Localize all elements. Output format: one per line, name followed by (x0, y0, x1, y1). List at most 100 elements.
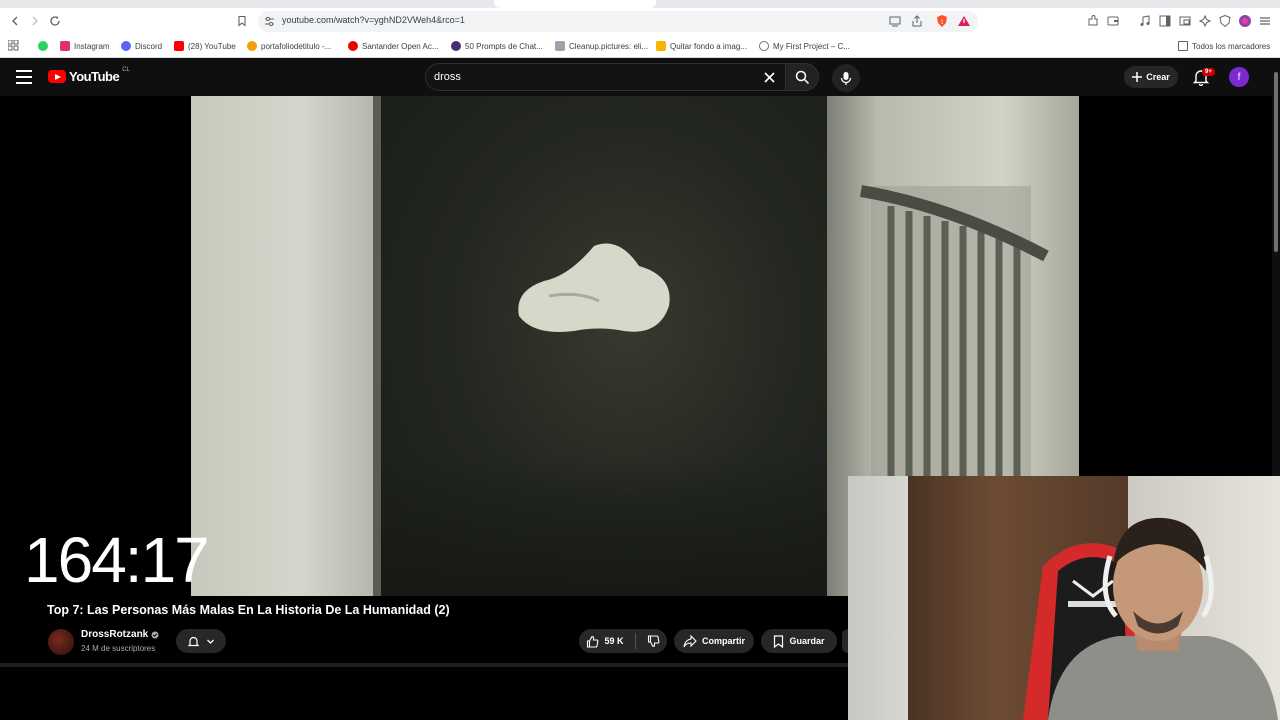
like-dislike-group: 59 K (579, 629, 667, 653)
extensions-icon[interactable] (1086, 14, 1100, 28)
chevron-down-icon (207, 639, 214, 644)
video-frame-floor (381, 456, 827, 596)
overlay-timecode: 164:17 (24, 524, 210, 596)
bookmark-label: Instagram (74, 41, 110, 51)
like-count: 59 K (604, 636, 624, 646)
svg-text:1: 1 (941, 20, 944, 26)
youtube-masthead: YouTube CL Crear 9+ f (0, 58, 1280, 96)
bookmark-instagram[interactable]: Instagram (60, 39, 110, 53)
save-button[interactable]: Guardar (761, 629, 837, 653)
bookmark-label: portafoliodetitulo -... (261, 41, 332, 51)
browser-toolbar: youtube.com/watch?v=yghND2VWeh4&rco=1 1 (0, 8, 1280, 34)
leo-ai-icon[interactable] (1198, 14, 1212, 28)
save-label: Guardar (789, 636, 825, 646)
wallet-icon[interactable] (1106, 14, 1120, 28)
sidebar-icon[interactable] (1158, 14, 1172, 28)
bookmark-prompts[interactable]: 50 Prompts de Chat... (451, 39, 543, 53)
bookmark-youtube[interactable]: (28) YouTube (174, 39, 236, 53)
whatsapp-icon (38, 41, 48, 51)
video-frame-white-object (518, 243, 670, 332)
brave-shield-icon[interactable]: 1 (935, 14, 949, 28)
youtube-logo[interactable]: YouTube CL (48, 66, 130, 84)
search-input[interactable] (434, 69, 754, 85)
bookmark-santander[interactable]: Santander Open Ac... (348, 39, 439, 53)
brave-rewards-icon[interactable] (957, 14, 971, 28)
voice-search-button[interactable] (832, 64, 860, 92)
guide-menu-icon[interactable] (16, 70, 32, 84)
flame-icon (247, 41, 257, 51)
like-divider (634, 633, 636, 649)
menu-icon[interactable] (1258, 14, 1272, 28)
globe-icon (759, 41, 769, 51)
webcam-overlay (848, 476, 1280, 720)
back-icon[interactable] (6, 12, 24, 30)
forward-icon[interactable] (26, 12, 44, 30)
video-frame-wall (191, 96, 373, 596)
mic-icon (840, 71, 852, 85)
share-label: Compartir (701, 636, 745, 646)
search-icon (795, 70, 809, 84)
bookmarks-bar: Instagram Discord (28) YouTube portafoli… (0, 34, 1280, 58)
cast-icon[interactable] (888, 14, 902, 28)
all-bookmarks-folder[interactable]: Todos los marcadores (1178, 39, 1270, 53)
screen: youtube.com/watch?v=yghND2VWeh4&rco=1 1 … (0, 0, 1280, 720)
site-settings-icon[interactable] (263, 15, 276, 28)
bookmark-first-project[interactable]: My First Project – C... (759, 39, 850, 53)
youtube-icon (174, 41, 184, 51)
bookmark-discord[interactable]: Discord (121, 39, 162, 53)
video-frame-radiator (860, 185, 1049, 486)
search-box (425, 63, 785, 91)
santander-icon (348, 41, 358, 51)
bookmark-label: My First Project – C... (773, 41, 850, 51)
dislike-icon[interactable] (647, 634, 660, 648)
bell-icon (187, 636, 200, 646)
channel-name-text: DrossRotzank (81, 629, 149, 640)
reload-icon[interactable] (46, 12, 64, 30)
verified-icon (151, 631, 159, 638)
create-label: Crear (1146, 72, 1170, 82)
create-button[interactable]: Crear (1124, 66, 1178, 88)
bookmark-label: Santander Open Ac... (362, 41, 439, 51)
bookmark-label: Cleanup.pictures: eli... (569, 41, 649, 51)
video-frame-door-edge (373, 96, 381, 596)
removebg-icon (656, 41, 666, 51)
bookmark-whatsapp[interactable] (38, 39, 48, 53)
bookmark-star-icon[interactable] (233, 12, 251, 30)
bookmark-cleanup[interactable]: Cleanup.pictures: eli... (555, 39, 648, 53)
bookmark-label: (28) YouTube (188, 41, 236, 51)
section-divider (0, 663, 848, 667)
channel-avatar[interactable] (48, 629, 74, 655)
discord-icon (121, 41, 131, 51)
share-icon (683, 634, 697, 647)
apps-grid-icon[interactable] (8, 40, 19, 51)
share-page-icon[interactable] (910, 14, 924, 28)
bookmark-portafolio[interactable]: portafoliodetitulo -... (247, 39, 331, 53)
tab-strip (0, 0, 1280, 8)
share-button[interactable]: Compartir (674, 629, 754, 653)
clear-search-icon[interactable] (760, 68, 778, 86)
music-icon[interactable] (1138, 14, 1152, 28)
bookmark-label: Quitar fondo a imag... (670, 41, 747, 51)
subscriber-count: 24 M de suscriptores (81, 644, 156, 653)
profile-icon[interactable] (1238, 14, 1252, 28)
notification-badge: 9+ (1202, 68, 1215, 76)
account-avatar[interactable]: f (1229, 67, 1249, 87)
channel-name[interactable]: DrossRotzank (81, 629, 159, 640)
scrollbar-thumb[interactable] (1274, 72, 1278, 252)
subscription-bell-button[interactable] (176, 629, 226, 653)
country-code: CL (122, 66, 130, 73)
search-button[interactable] (785, 63, 819, 91)
save-icon (774, 634, 784, 648)
bookmark-label: Todos los marcadores (1192, 41, 1271, 51)
logo-text: YouTube (69, 69, 120, 84)
bookmark-quitar-fondo[interactable]: Quitar fondo a imag... (656, 39, 747, 53)
bookmark-label: 50 Prompts de Chat... (465, 41, 543, 51)
folder-icon (1178, 41, 1188, 51)
like-icon[interactable] (586, 635, 599, 648)
screenshot-icon[interactable] (1178, 14, 1192, 28)
address-bar[interactable]: youtube.com/watch?v=yghND2VWeh4&rco=1 1 (258, 11, 978, 32)
vpn-shield-icon[interactable] (1218, 14, 1232, 28)
youtube-play-icon (48, 70, 66, 83)
prompts-icon (451, 41, 461, 51)
active-tab[interactable] (494, 0, 656, 8)
